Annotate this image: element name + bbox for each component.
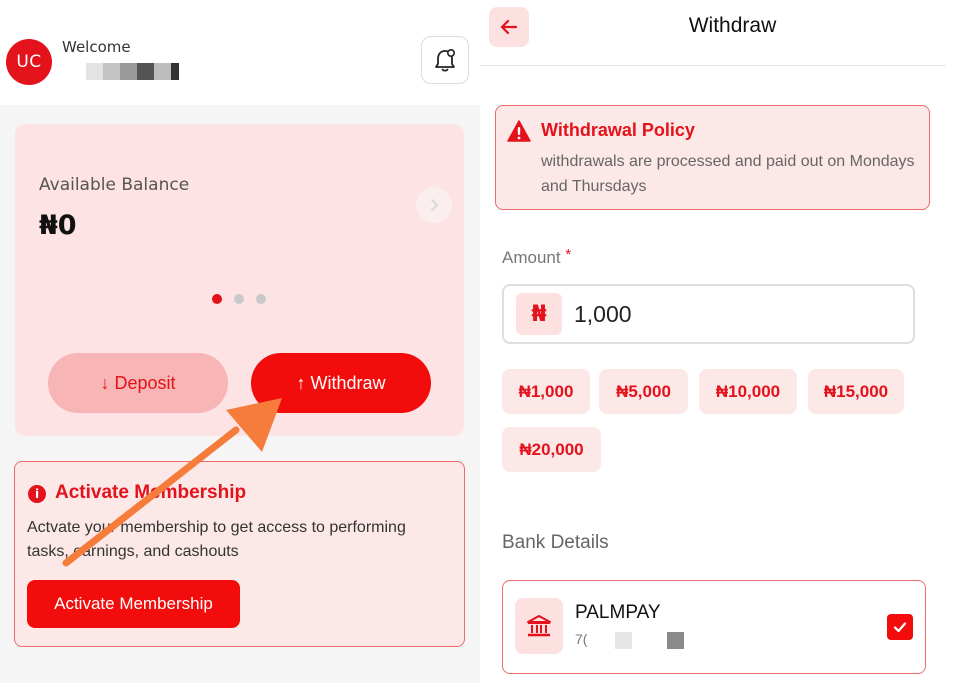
checkbox-checked-icon (893, 622, 907, 633)
withdraw-button[interactable]: ↑ Withdraw (251, 353, 431, 413)
redacted-account-number (615, 632, 684, 649)
carousel-dot[interactable] (234, 294, 244, 304)
bank-name: PALMPAY (575, 602, 661, 623)
info-icon: i (28, 485, 46, 503)
policy-text: withdrawals are processed and paid out o… (541, 153, 915, 195)
quick-amount-chip[interactable]: ₦5,000 (599, 369, 688, 414)
membership-description: Actvate your membership to get access to… (27, 519, 406, 560)
notifications-button[interactable] (421, 36, 469, 84)
bank-account-number: 7( (575, 631, 588, 647)
home-screen: UC Welcome Available Balance ₦0 ↓ Deposi… (0, 0, 480, 683)
carousel-dot[interactable] (256, 294, 266, 304)
bank-icon (515, 598, 563, 654)
avatar[interactable]: UC (6, 39, 52, 85)
carousel-dots (212, 294, 266, 304)
withdrawal-policy-box: Withdrawal Policy withdrawals are proces… (495, 105, 930, 210)
amount-input[interactable] (574, 295, 894, 333)
chevron-right-icon (431, 199, 438, 211)
header-divider (480, 65, 946, 66)
page-title: Withdraw (688, 14, 777, 37)
balance-label: Available Balance (39, 175, 190, 195)
bank-select-checkbox[interactable] (887, 614, 913, 640)
quick-amount-chip[interactable]: ₦20,000 (502, 427, 601, 472)
carousel-next-button[interactable] (416, 187, 452, 223)
policy-title: Withdrawal Policy (541, 120, 695, 140)
naira-icon: ₦ (516, 293, 562, 335)
balance-card: Available Balance ₦0 ↓ Deposit ↑ Withdra… (15, 124, 464, 436)
amount-field[interactable]: ₦ (502, 284, 915, 344)
bell-icon (435, 49, 455, 72)
required-mark: * (565, 246, 572, 263)
bank-details-label: Bank Details (502, 532, 609, 553)
carousel-dot-active[interactable] (212, 294, 222, 304)
quick-amount-chip[interactable]: ₦15,000 (808, 369, 904, 414)
membership-card: i Activate Membership Actvate your membe… (14, 461, 465, 647)
membership-title: Activate Membership (55, 482, 247, 503)
activate-membership-button[interactable]: Activate Membership (27, 580, 240, 628)
redacted-username (86, 63, 179, 80)
bank-account-card[interactable]: PALMPAY 7( (502, 580, 926, 674)
quick-amount-chip[interactable]: ₦1,000 (502, 369, 590, 414)
deposit-button[interactable]: ↓ Deposit (48, 353, 228, 413)
amount-label: Amount * (502, 246, 572, 268)
quick-amount-chip[interactable]: ₦10,000 (699, 369, 797, 414)
amount-label-text: Amount (502, 248, 561, 267)
withdraw-screen: Withdraw Withdrawal Policy withdrawals a… (480, 0, 960, 683)
warning-icon (507, 120, 531, 142)
welcome-text: Welcome (62, 38, 131, 56)
balance-value: ₦0 (39, 210, 77, 241)
